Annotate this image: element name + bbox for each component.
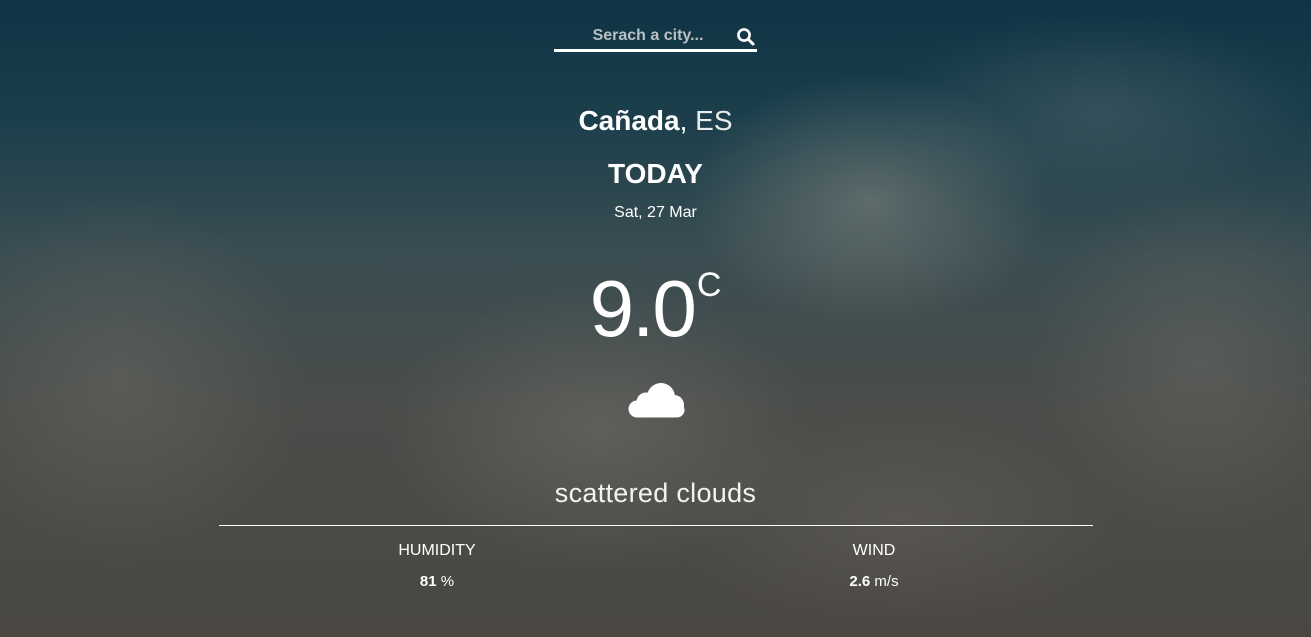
weather-description: scattered clouds: [554, 478, 757, 508]
wind-label: WIND: [852, 542, 896, 559]
humidity-value: 81: [419, 573, 437, 590]
search-bar: [554, 24, 757, 52]
day-label: TODAY: [608, 158, 703, 189]
location-separator: ,: [679, 105, 688, 136]
wind-unit: m/s: [874, 573, 899, 590]
cloud-icon: [628, 383, 685, 418]
location-heading: Cañada, ES: [0, 104, 1311, 138]
wind-stat: WIND 2.6 m/s: [724, 541, 1024, 591]
forecast-date: Sat, 27 Mar: [614, 204, 697, 221]
temperature-unit: C: [696, 266, 722, 304]
humidity-unit: %: [440, 573, 455, 590]
search-button[interactable]: [735, 26, 757, 48]
country-code: ES: [695, 105, 733, 136]
humidity-reading: 81 %: [287, 573, 587, 591]
humidity-label: HUMIDITY: [398, 542, 476, 559]
temperature-display: 9.0C: [0, 240, 1311, 377]
wind-reading: 2.6 m/s: [724, 573, 1024, 591]
search-icon: [737, 28, 755, 46]
wind-value: 2.6: [849, 573, 871, 590]
temperature-value: 9.0: [589, 264, 697, 353]
humidity-stat: HUMIDITY 81 %: [287, 541, 587, 591]
search-input[interactable]: [554, 24, 734, 48]
city-name: Cañada: [578, 105, 680, 136]
weather-app: Cañada, ES TODAY Sat, 27 Mar 9.0C scatte…: [0, 0, 1311, 637]
divider: [219, 525, 1093, 526]
